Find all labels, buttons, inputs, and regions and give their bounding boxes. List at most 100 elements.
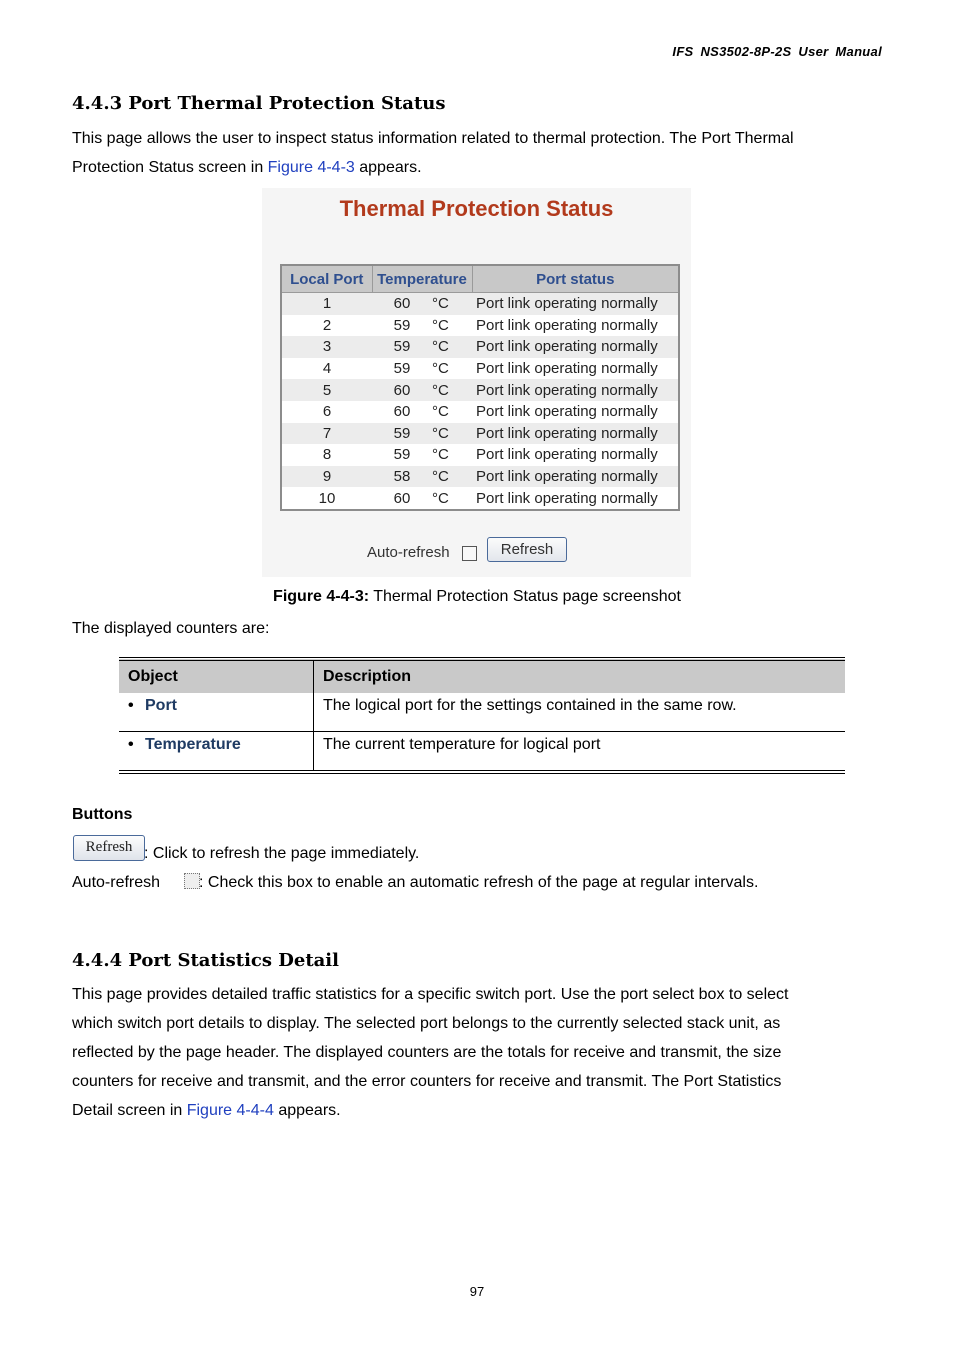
intro-line-1: This page allows the user to inspect sta…	[72, 130, 794, 147]
table-row: 1 60 °C Port link operating normally	[281, 292, 679, 315]
body-line: reflected by the page header. The displa…	[72, 1044, 782, 1061]
table-row: • Port The logical port for the settings …	[119, 693, 845, 732]
table-row: 5 60 °C Port link operating normally	[281, 379, 679, 401]
auto-refresh-description: : Check this box to enable an automatic …	[199, 874, 759, 891]
description-table: Object Description • Port The logical por…	[119, 657, 845, 774]
screenshot-title: Thermal Protection Status	[339, 196, 614, 221]
description-cell: The logical port for the settings contai…	[313, 693, 845, 732]
caption-text: Thermal Protection Status page screensho…	[369, 588, 681, 605]
figure-link[interactable]: Figure 4-4-3	[268, 159, 355, 176]
table-row: 7 59 °C Port link operating normally	[281, 422, 679, 445]
intro-text-end: appears.	[354, 159, 422, 176]
col-temperature: Temperature	[371, 264, 473, 293]
body-line-last: Detail screen in Figure 4-4-4 appears.	[72, 1096, 884, 1125]
figure-caption: Figure 4-4-3: Thermal Protection Status …	[0, 588, 954, 606]
port-cell: 8	[281, 444, 372, 466]
temperature-cell: 59	[372, 444, 432, 466]
temperature-cell: 59	[372, 422, 432, 445]
bullet-icon: •	[128, 697, 134, 714]
body-text-end: appears.	[273, 1102, 341, 1119]
header-description: Description	[313, 659, 845, 693]
screenshot-figure: Thermal Protection Status Local Port Tem…	[262, 188, 691, 577]
figure-link[interactable]: Figure 4-4-4	[187, 1102, 274, 1119]
unit-cell: °C	[432, 465, 472, 488]
table-row: 6 60 °C Port link operating normally	[281, 400, 679, 423]
body-text: Detail screen in	[72, 1102, 187, 1119]
port-cell: 10	[281, 487, 372, 510]
running-header: IFS NS3502-8P-2S User Manual	[672, 44, 882, 59]
temperature-cell: 59	[372, 336, 432, 358]
unit-cell: °C	[432, 487, 472, 510]
object-cell: • Port	[119, 693, 314, 732]
port-cell: 4	[281, 357, 372, 380]
unit-cell: °C	[432, 292, 472, 315]
unit-cell: °C	[432, 357, 472, 380]
auto-refresh-checkbox[interactable]	[462, 546, 477, 561]
status-cell: Port link operating normally	[472, 465, 679, 488]
auto-refresh-text: Auto-refresh	[72, 874, 161, 891]
intro-paragraph: This page allows the user to inspect sta…	[72, 124, 884, 182]
intro-text: Protection Status screen in	[72, 159, 268, 176]
section-heading-statistics: 4.4.4 Port Statistics Detail	[72, 950, 339, 971]
table-row: 8 59 °C Port link operating normally	[281, 444, 679, 466]
unit-cell: °C	[432, 336, 472, 358]
unit-cell: °C	[432, 444, 472, 466]
port-cell: 3	[281, 336, 372, 358]
status-cell: Port link operating normally	[472, 292, 679, 315]
checkbox-image-icon	[184, 873, 200, 889]
port-cell: 7	[281, 422, 372, 445]
port-cell: 6	[281, 400, 372, 423]
refresh-button-image: Refresh	[73, 835, 145, 861]
status-cell: Port link operating normally	[472, 444, 679, 466]
refresh-description: : Click to refresh the page immediately.	[144, 845, 420, 862]
buttons-heading: Buttons	[72, 806, 133, 823]
unit-cell: °C	[432, 400, 472, 423]
temperature-cell: 59	[372, 357, 432, 380]
table-row: 10 60 °C Port link operating normally	[281, 487, 679, 510]
unit-cell: °C	[432, 314, 472, 337]
caption-label: Figure 4-4-3:	[273, 588, 370, 605]
port-cell: 9	[281, 465, 372, 488]
unit-cell: °C	[432, 422, 472, 445]
temperature-cell: 60	[372, 292, 432, 315]
bullet-icon: •	[128, 736, 134, 753]
table-row: 4 59 °C Port link operating normally	[281, 357, 679, 380]
unit-cell: °C	[432, 379, 472, 401]
temperature-cell: 60	[372, 379, 432, 401]
body-line: This page provides detailed traffic stat…	[72, 986, 789, 1003]
port-cell: 1	[281, 292, 372, 315]
status-cell: Port link operating normally	[472, 336, 679, 358]
table-row: 3 59 °C Port link operating normally	[281, 336, 679, 358]
temperature-cell: 59	[372, 314, 432, 337]
thermal-status-table: Local Port Temperature Port status 1 60 °C…	[280, 264, 680, 511]
intro-line-2: Protection Status screen in Figure 4-4-3…	[72, 153, 884, 182]
body-line: which switch port details to display. Th…	[72, 1015, 781, 1032]
status-cell: Port link operating normally	[472, 314, 679, 337]
status-cell: Port link operating normally	[472, 400, 679, 423]
col-local-port: Local Port	[280, 264, 373, 293]
port-cell: 5	[281, 379, 372, 401]
object-name: Temperature	[145, 736, 241, 753]
temperature-cell: 60	[372, 487, 432, 510]
body-line: counters for receive and transmit, and t…	[72, 1073, 782, 1090]
port-cell: 2	[281, 314, 372, 337]
table-row: 9 58 °C Port link operating normally	[281, 465, 679, 488]
status-cell: Port link operating normally	[472, 487, 679, 510]
counters-intro: The displayed counters are:	[72, 620, 270, 637]
object-cell: • Temperature	[119, 731, 314, 772]
page-number: 97	[469, 1284, 485, 1299]
table-row: • Temperature The current temperature for…	[119, 731, 845, 772]
refresh-button[interactable]: Refresh	[487, 537, 567, 562]
table-row: 2 59 °C Port link operating normally	[281, 314, 679, 337]
status-cell: Port link operating normally	[472, 422, 679, 445]
temperature-cell: 60	[372, 400, 432, 423]
status-cell: Port link operating normally	[472, 357, 679, 380]
col-port-status: Port status	[471, 264, 680, 293]
description-cell: The current temperature for logical port	[323, 736, 601, 753]
temperature-cell: 58	[372, 465, 432, 488]
status-cell: Port link operating normally	[472, 379, 679, 401]
section-heading-thermal: 4.4.3 Port Thermal Protection Status	[72, 93, 446, 114]
statistics-paragraph: This page provides detailed traffic stat…	[72, 980, 884, 1125]
auto-refresh-label: Auto-refresh	[367, 544, 450, 561]
header-object: Object	[119, 659, 314, 693]
